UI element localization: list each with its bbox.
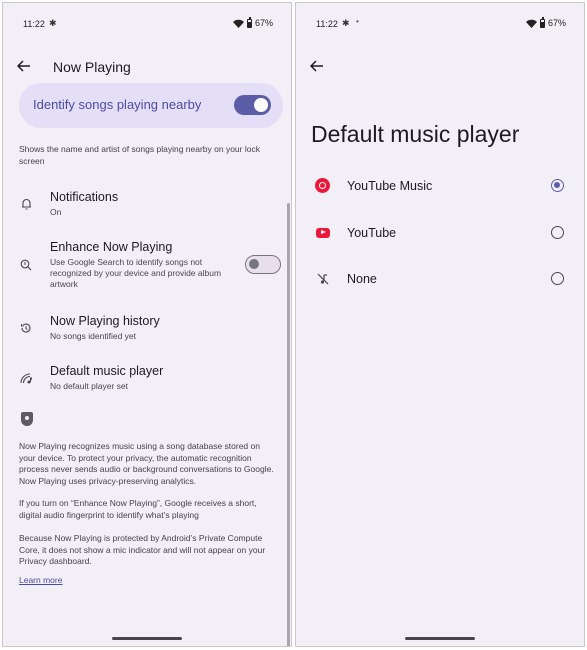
row-title: Enhance Now Playing xyxy=(50,240,173,254)
battery-icon xyxy=(539,16,545,28)
music-player-icon xyxy=(19,371,33,385)
option-label: YouTube xyxy=(347,226,397,240)
music-off-icon xyxy=(315,271,330,286)
status-time: 11:22 xyxy=(316,19,338,29)
status-right: 67% xyxy=(525,16,566,28)
back-arrow-icon[interactable] xyxy=(306,55,328,77)
toggle-knob xyxy=(254,98,268,112)
top-app-bar xyxy=(296,47,584,85)
battery-icon xyxy=(246,16,252,28)
privacy-paragraph: Because Now Playing is protected by Andr… xyxy=(19,533,266,566)
bell-icon xyxy=(19,197,33,211)
youtube-music-icon xyxy=(315,178,330,193)
radio-button-selected[interactable] xyxy=(551,179,564,192)
identify-description: Shows the name and artist of songs playi… xyxy=(19,144,260,166)
option-youtube-music[interactable]: YouTube Music xyxy=(296,174,584,198)
scrollbar[interactable] xyxy=(287,203,290,646)
top-app-bar: Now Playing xyxy=(3,47,291,85)
identify-songs-toggle[interactable] xyxy=(234,95,271,115)
row-title: Default music player xyxy=(50,364,164,378)
status-bar: 11:22 ✱ 67% xyxy=(3,3,291,47)
learn-more-link[interactable]: Learn more xyxy=(19,575,62,585)
row-title: Now Playing history xyxy=(50,314,160,328)
option-youtube[interactable]: YouTube xyxy=(296,221,584,245)
row-subtitle: No songs identified yet xyxy=(50,331,136,341)
search-music-icon xyxy=(19,258,33,272)
default-music-player-row[interactable]: Default music player No default player s… xyxy=(3,361,291,397)
option-label: YouTube Music xyxy=(347,179,433,193)
privacy-paragraph: Now Playing recognizes music using a son… xyxy=(19,441,274,486)
option-label: None xyxy=(347,272,377,286)
status-right: 67% xyxy=(232,16,273,28)
enhance-now-playing-toggle[interactable] xyxy=(245,255,281,274)
back-arrow-icon[interactable] xyxy=(13,55,35,77)
privacy-shield-icon xyxy=(21,412,33,426)
gesture-nav-bar[interactable] xyxy=(405,637,475,640)
enhance-now-playing-row[interactable]: Enhance Now Playing Use Google Search to… xyxy=(3,237,291,291)
youtube-icon xyxy=(315,225,330,240)
option-none[interactable]: None xyxy=(296,267,584,291)
now-playing-screen: 11:22 ✱ 67% Now Playing Identify songs p… xyxy=(2,2,292,647)
now-playing-history-row[interactable]: Now Playing history No songs identified … xyxy=(3,311,291,347)
battery-percent: 67% xyxy=(254,18,273,28)
radio-button[interactable] xyxy=(551,226,564,239)
row-subtitle: On xyxy=(50,207,62,217)
notification-dot-icon: • xyxy=(356,17,359,26)
status-time: 11:22 xyxy=(23,19,45,29)
row-title: Notifications xyxy=(50,190,119,204)
bluetooth-icon: ✱ xyxy=(49,18,57,28)
battery-percent: 67% xyxy=(547,18,566,28)
identify-songs-card[interactable]: Identify songs playing nearby xyxy=(19,83,283,128)
default-music-player-screen: 11:22 ✱ • 67% Default music player YouTu… xyxy=(295,2,585,647)
wifi-icon xyxy=(232,19,244,28)
gesture-nav-bar[interactable] xyxy=(112,637,182,640)
toggle-knob xyxy=(249,259,259,269)
notifications-row[interactable]: Notifications On xyxy=(3,187,291,223)
row-subtitle: No default player set xyxy=(50,381,128,391)
page-title: Now Playing xyxy=(53,59,131,75)
status-bar: 11:22 ✱ • 67% xyxy=(296,3,584,47)
row-subtitle: Use Google Search to identify songs not … xyxy=(50,257,222,289)
history-icon xyxy=(19,321,33,335)
page-title: Default music player xyxy=(311,121,520,147)
privacy-paragraph: If you turn on “Enhance Now Playing”, Go… xyxy=(19,498,257,520)
wifi-icon xyxy=(525,19,537,28)
identify-songs-label: Identify songs playing nearby xyxy=(33,97,202,112)
radio-button[interactable] xyxy=(551,272,564,285)
bluetooth-icon: ✱ xyxy=(342,18,350,28)
